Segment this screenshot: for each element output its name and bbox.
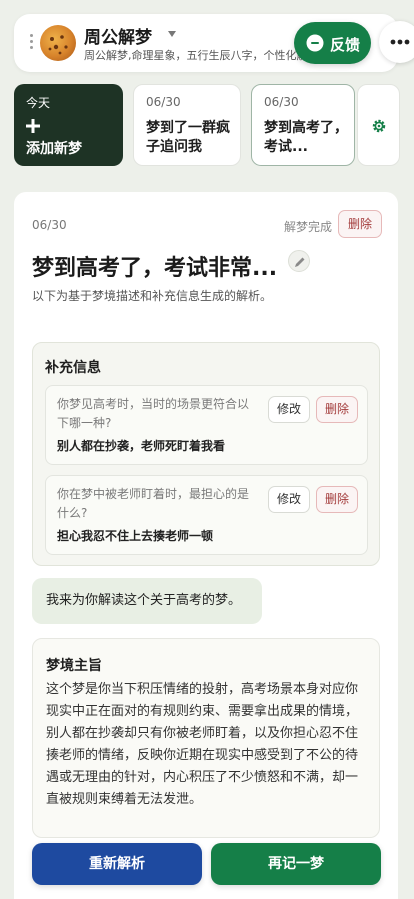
settings-card-button[interactable]: [357, 84, 400, 166]
status-label: 解梦完成: [284, 220, 333, 234]
add-dream-card[interactable]: 今天 添加新梦: [14, 84, 123, 166]
caret-down-icon[interactable]: [168, 31, 176, 37]
add-dream-label: 添加新梦: [26, 141, 82, 157]
app-avatar[interactable]: [40, 25, 76, 61]
detail-date: 06/30: [32, 218, 67, 232]
dream-cards-row: 今天 添加新梦 06/30 梦到了一群疯子追问我 06/30 梦到高考了，考试.…: [14, 84, 414, 166]
edit-answer-button[interactable]: 修改: [268, 396, 310, 423]
drag-handle-icon[interactable]: [30, 34, 34, 52]
dream-card-date: 06/30: [146, 95, 181, 109]
dream-detail-panel: 06/30 解梦完成 删除 梦到高考了，考试非常... 以下为基于梦境描述和补充…: [14, 192, 398, 899]
theme-title: 梦境主旨: [46, 658, 102, 674]
reparse-button[interactable]: 重新解析: [32, 843, 202, 885]
record-again-button[interactable]: 再记一梦: [211, 843, 381, 885]
delete-dream-button[interactable]: 删除: [338, 210, 382, 238]
delete-answer-button[interactable]: 删除: [316, 396, 358, 423]
feedback-button[interactable]: 反馈: [294, 22, 371, 64]
dream-card-title: 梦到了一群疯子追问我: [146, 120, 230, 155]
dream-card[interactable]: 06/30 梦到了一群疯子追问我: [133, 84, 241, 166]
app-header: 周公解梦 周公解梦,命理星象，五行生辰八字，个性化解梦，破... 反馈: [14, 14, 414, 72]
feedback-label: 反馈: [330, 36, 361, 54]
supplement-item: 你梦见高考时，当时的场景更符合以下哪一种? 别人都在抄袭，老师死盯着我看 修改 …: [45, 385, 368, 465]
dream-title: 梦到高考了，考试非常...: [32, 256, 278, 281]
gear-icon: [372, 119, 386, 133]
supplement-answer: 担心我忍不住上去揍老师一顿: [57, 529, 214, 543]
today-label: 今天: [26, 96, 51, 110]
dream-theme-section: 梦境主旨 这个梦是你当下积压情绪的投射，高考场景本身对应你现实中正在面对的有规则…: [32, 638, 380, 838]
intro-message-bubble: 我来为你解读这个关于高考的梦。: [32, 578, 262, 624]
supplement-question: 你在梦中被老师盯着时，最担心的是什么?: [57, 487, 250, 520]
dream-card-title: 梦到高考了，考试...: [264, 120, 348, 155]
more-menu-button[interactable]: [379, 21, 414, 63]
dream-card-date: 06/30: [264, 95, 299, 109]
edit-title-button[interactable]: [288, 250, 310, 272]
more-dots-icon: [390, 39, 410, 45]
detail-description: 以下为基于梦境描述和补充信息生成的解析。: [32, 289, 273, 303]
app-title[interactable]: 周公解梦: [84, 23, 152, 48]
theme-body: 这个梦是你当下积压情绪的投射，高考场景本身对应你现实中正在面对的有规则约束、需要…: [46, 682, 359, 807]
supplement-question: 你梦见高考时，当时的场景更符合以下哪一种?: [57, 397, 250, 430]
plus-icon: [26, 119, 40, 133]
supplement-title: 补充信息: [45, 360, 101, 376]
pencil-icon: [295, 257, 305, 267]
supplement-section: 补充信息 你梦见高考时，当时的场景更符合以下哪一种? 别人都在抄袭，老师死盯着我…: [32, 342, 380, 566]
delete-answer-button[interactable]: 删除: [316, 486, 358, 513]
edit-answer-button[interactable]: 修改: [268, 486, 310, 513]
supplement-item: 你在梦中被老师盯着时，最担心的是什么? 担心我忍不住上去揍老师一顿 修改 删除: [45, 475, 368, 555]
dream-card-selected[interactable]: 06/30 梦到高考了，考试...: [251, 84, 355, 166]
chat-bubble-icon: [306, 34, 324, 52]
supplement-answer: 别人都在抄袭，老师死盯着我看: [57, 439, 226, 453]
